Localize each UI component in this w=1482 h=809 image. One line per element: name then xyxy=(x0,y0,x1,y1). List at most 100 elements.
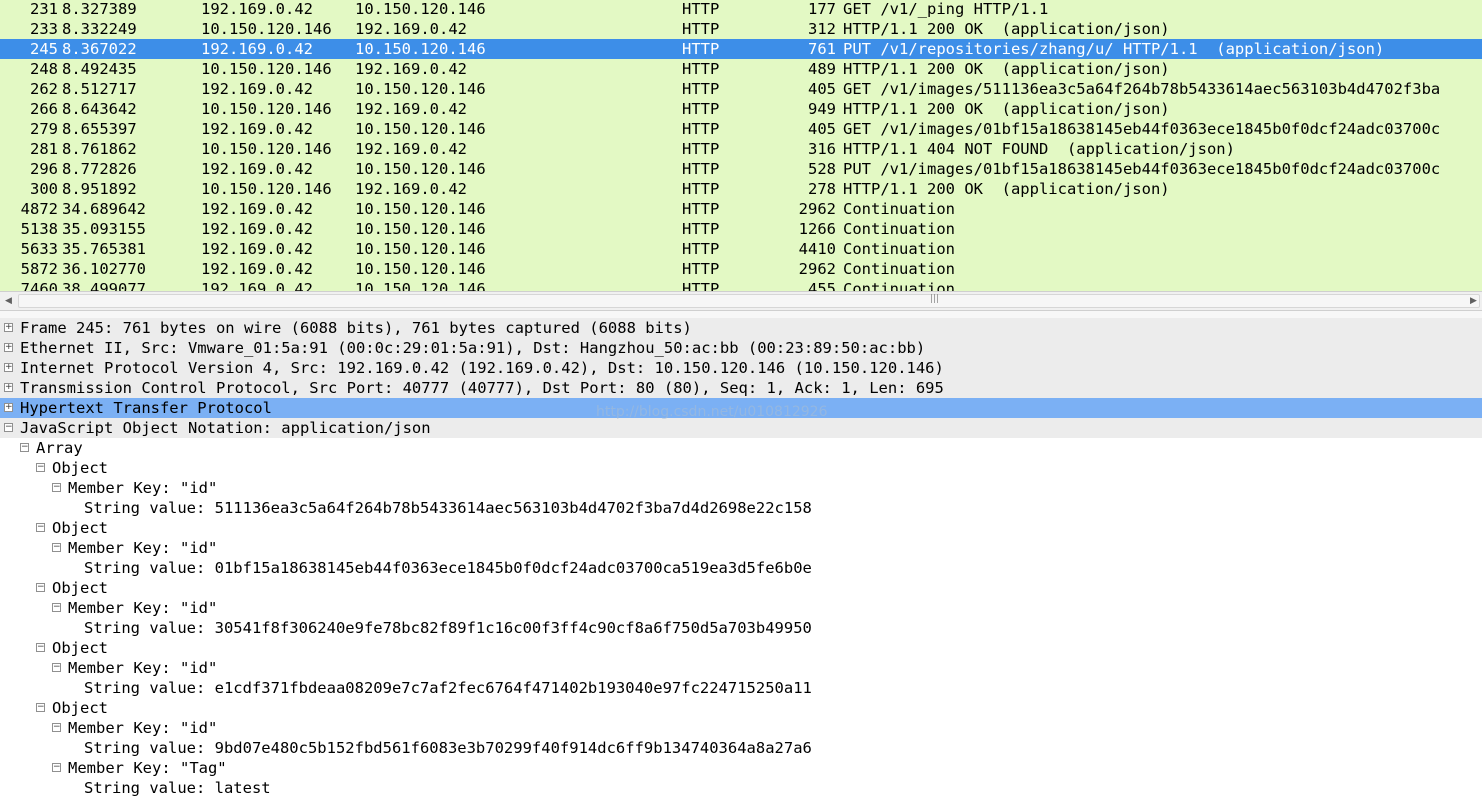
packet-info: HTTP/1.1 200 OK (application/json) xyxy=(843,20,1170,38)
detail-tree-label: String value: e1cdf371fbdeaa08209e7c7af2… xyxy=(84,679,812,697)
expand-icon[interactable]: + xyxy=(4,403,13,412)
packet-row[interactable]: 262 8.512717 192.169.0.42 10.150.120.146 HTT… xyxy=(0,79,1482,99)
detail-tree-label: Member Key: "id" xyxy=(68,599,218,617)
detail-tree-row[interactable]: − Member Key: "id" xyxy=(0,538,1482,558)
packet-length: 405 xyxy=(808,80,836,98)
packet-info: Continuation xyxy=(843,240,955,258)
detail-tree-row[interactable]: − Member Key: "id" xyxy=(0,598,1482,618)
packet-row[interactable]: 245 8.367022 192.169.0.42 10.150.120.146 HTT… xyxy=(0,39,1482,59)
packet-row[interactable]: 248 8.492435 10.150.120.146 192.169.0.42 HTT… xyxy=(0,59,1482,79)
detail-tree-label: Ethernet II, Src: Vmware_01:5a:91 (00:0c… xyxy=(20,339,926,357)
collapse-icon[interactable]: − xyxy=(52,723,61,732)
packet-row[interactable]: 7460 38.499077 192.169.0.42 10.150.120.146 H… xyxy=(0,279,1482,291)
detail-tree-label: Internet Protocol Version 4, Src: 192.16… xyxy=(20,359,944,377)
packet-row[interactable]: 4872 34.689642 192.169.0.42 10.150.120.146 H… xyxy=(0,199,1482,219)
expand-icon[interactable]: + xyxy=(4,323,13,332)
detail-tree-row[interactable]: String value: 511136ea3c5a64f264b78b5433… xyxy=(0,498,1482,518)
detail-tree-row[interactable]: − JavaScript Object Notation: application… xyxy=(0,418,1482,438)
detail-tree-row[interactable]: String value: 01bf15a18638145eb44f0363ec… xyxy=(0,558,1482,578)
packet-row[interactable]: 5872 36.102770 192.169.0.42 10.150.120.146 H… xyxy=(0,259,1482,279)
detail-tree-row[interactable]: − Member Key: "id" xyxy=(0,658,1482,678)
detail-tree-label: Member Key: "Tag" xyxy=(68,759,227,777)
packet-row[interactable]: 279 8.655397 192.169.0.42 10.150.120.146 HTT… xyxy=(0,119,1482,139)
packet-length: 761 xyxy=(808,40,836,58)
packet-row[interactable]: 296 8.772826 192.169.0.42 10.150.120.146 HTT… xyxy=(0,159,1482,179)
detail-tree-row[interactable]: String value: e1cdf371fbdeaa08209e7c7af2… xyxy=(0,678,1482,698)
packet-number: 5872 xyxy=(20,260,58,278)
packet-row[interactable]: 300 8.951892 10.150.120.146 192.169.0.42 HTT… xyxy=(0,179,1482,199)
packet-list-horizontal-scrollbar[interactable]: ◀ ||| ▶ xyxy=(0,291,1482,311)
collapse-icon[interactable]: − xyxy=(36,463,45,472)
packet-number: 262 xyxy=(30,80,58,98)
packet-length: 528 xyxy=(808,160,836,178)
packet-details-tree: String value: latest − Member Key: "Tag" St… xyxy=(0,318,1482,809)
packet-length: 2962 xyxy=(798,260,836,278)
packet-protocol: HTTP xyxy=(682,260,720,278)
packet-time: 34.689642 xyxy=(62,200,146,218)
detail-tree-label: String value: 9bd07e480c5b152fbd561f6083… xyxy=(84,739,812,757)
detail-tree-row[interactable]: + Ethernet II, Src: Vmware_01:5a:91 (00:0… xyxy=(0,338,1482,358)
detail-tree-row[interactable]: − Object xyxy=(0,578,1482,598)
packet-info: Continuation xyxy=(843,280,955,291)
packet-destination: 10.150.120.146 xyxy=(355,0,486,18)
packet-row[interactable]: 231 8.327389 192.169.0.42 10.150.120.146 HTT… xyxy=(0,0,1482,19)
packet-time: 8.492435 xyxy=(62,60,137,78)
detail-tree-row[interactable]: − Object xyxy=(0,458,1482,478)
collapse-icon[interactable]: − xyxy=(52,763,61,772)
detail-tree-row[interactable]: String value: latest xyxy=(0,778,1482,798)
collapse-icon[interactable]: − xyxy=(52,483,61,492)
detail-tree-row[interactable]: − Object xyxy=(0,518,1482,538)
packet-length: 278 xyxy=(808,180,836,198)
detail-tree-row[interactable]: + Frame 245: 761 bytes on wire (6088 bits… xyxy=(0,318,1482,338)
collapse-icon[interactable]: − xyxy=(52,603,61,612)
packet-source: 192.169.0.42 xyxy=(201,280,313,291)
packet-number: 300 xyxy=(30,180,58,198)
detail-tree-row[interactable]: + Transmission Control Protocol, Src Port… xyxy=(0,378,1482,398)
packet-row[interactable]: 266 8.643642 10.150.120.146 192.169.0.42 HTT… xyxy=(0,99,1482,119)
packet-time: 8.512717 xyxy=(62,80,137,98)
collapse-icon[interactable]: − xyxy=(36,583,45,592)
arrow-right-icon[interactable]: ▶ xyxy=(1465,292,1482,310)
collapse-icon[interactable]: − xyxy=(4,423,13,432)
collapse-icon[interactable]: − xyxy=(36,643,45,652)
packet-row[interactable]: 281 8.761862 10.150.120.146 192.169.0.42 HTT… xyxy=(0,139,1482,159)
collapse-icon[interactable]: − xyxy=(20,443,29,452)
detail-tree-row[interactable]: − Array xyxy=(0,438,1482,458)
packet-protocol: HTTP xyxy=(682,80,720,98)
packet-row[interactable]: 5138 35.093155 192.169.0.42 10.150.120.146 H… xyxy=(0,219,1482,239)
detail-tree-label: Frame 245: 761 bytes on wire (6088 bits)… xyxy=(20,319,692,337)
packet-row[interactable]: 5633 35.765381 192.169.0.42 10.150.120.146 H… xyxy=(0,239,1482,259)
packet-row[interactable]: 233 8.332249 10.150.120.146 192.169.0.42 HTT… xyxy=(0,19,1482,39)
collapse-icon[interactable]: − xyxy=(52,543,61,552)
detail-tree-row[interactable]: − Object xyxy=(0,638,1482,658)
detail-tree-row[interactable]: String value: 9bd07e480c5b152fbd561f6083… xyxy=(0,738,1482,758)
packet-time: 35.765381 xyxy=(62,240,146,258)
packet-length: 1266 xyxy=(798,220,836,238)
detail-tree-label: Object xyxy=(52,459,108,477)
expand-icon[interactable]: + xyxy=(4,343,13,352)
detail-tree-row[interactable]: − Object xyxy=(0,698,1482,718)
scrollbar-thumb[interactable] xyxy=(18,294,1480,308)
detail-tree-row[interactable]: − Member Key: "Tag" xyxy=(0,758,1482,778)
packet-length: 316 xyxy=(808,140,836,158)
detail-tree-row[interactable]: String value: 30541f8f306240e9fe78bc82f8… xyxy=(0,618,1482,638)
packet-source: 10.150.120.146 xyxy=(201,60,332,78)
packet-source: 192.169.0.42 xyxy=(201,80,313,98)
packet-time: 38.499077 xyxy=(62,280,146,291)
packet-source: 10.150.120.146 xyxy=(201,20,332,38)
arrow-left-icon[interactable]: ◀ xyxy=(0,292,17,310)
expand-icon[interactable]: + xyxy=(4,383,13,392)
packet-protocol: HTTP xyxy=(682,240,720,258)
packet-protocol: HTTP xyxy=(682,60,720,78)
collapse-icon[interactable]: − xyxy=(36,703,45,712)
packet-protocol: HTTP xyxy=(682,100,720,118)
detail-tree-label: Hypertext Transfer Protocol xyxy=(20,399,272,417)
collapse-icon[interactable]: − xyxy=(52,663,61,672)
packet-destination: 192.169.0.42 xyxy=(355,180,467,198)
packet-info: HTTP/1.1 200 OK (application/json) xyxy=(843,60,1170,78)
collapse-icon[interactable]: − xyxy=(36,523,45,532)
detail-tree-row[interactable]: − Member Key: "id" xyxy=(0,478,1482,498)
detail-tree-row[interactable]: + Internet Protocol Version 4, Src: 192.1… xyxy=(0,358,1482,378)
detail-tree-row[interactable]: − Member Key: "id" xyxy=(0,718,1482,738)
expand-icon[interactable]: + xyxy=(4,363,13,372)
